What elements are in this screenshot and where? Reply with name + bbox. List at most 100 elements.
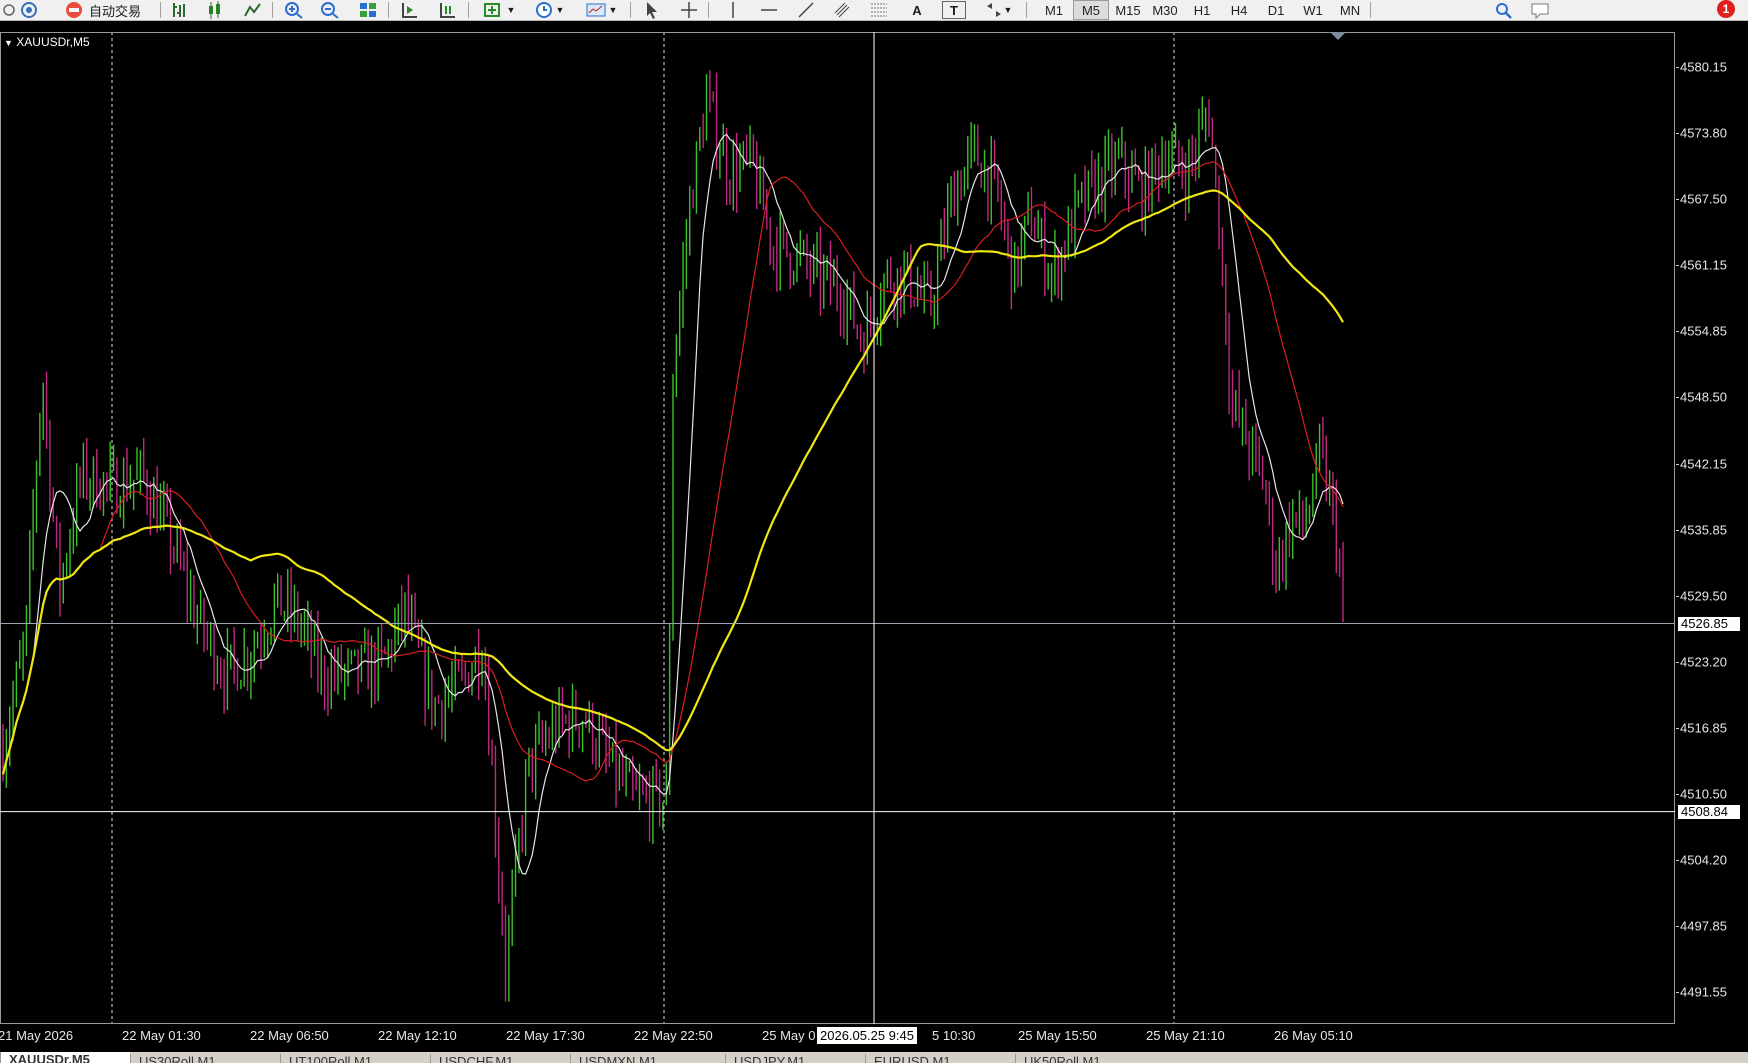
price-tick [1676,727,1679,729]
price-tick [1676,199,1679,201]
search-icon[interactable] [1492,0,1516,20]
price-tick-label: 4542.15 [1680,456,1727,472]
time-tick-label: 22 May 17:30 [506,1028,585,1043]
equidistant-channel-icon[interactable] [832,0,854,20]
price-tick-label: 4523.20 [1680,654,1727,670]
add-indicator-icon [483,3,500,17]
chart-shift-marker-icon [1330,32,1346,40]
price-tick [1676,133,1679,135]
time-tick-label: 22 May 22:50 [634,1028,713,1043]
notification-badge[interactable]: 1 [1717,0,1735,18]
price-tick [1676,992,1679,994]
price-tick [1676,265,1679,267]
price-tick-label: 4510.50 [1680,786,1727,802]
time-tick-label: 21 May 2026 [0,1028,74,1043]
template-icon [586,3,606,17]
timeframe-h1-button[interactable]: H1 [1184,0,1220,20]
periods-dropdown[interactable]: ▼ [528,0,570,20]
price-tick [1676,595,1679,597]
chart-tabs-bar: XAUUSDr,M5 US30Roll,M1 UT100Roll,M1 USDCHF,… [0,1052,1748,1063]
chevron-down-icon: ▼ [506,5,516,15]
autotrading-button[interactable]: 自动交易 [52,0,152,20]
cursor-icon[interactable] [640,0,662,20]
autotrading-icon [65,2,82,18]
indicators-dropdown[interactable]: ▼ [478,0,520,20]
price-tick [1676,463,1679,465]
arrows-icon [986,3,1001,17]
time-tick-label: 26 May 05:10 [1274,1028,1353,1043]
main-toolbar: 自动交易 ▼ ▼ ▼ A T ▼ M1 M5 M15 M30 H1 H4 D1 W1 MN 1 [0,0,1748,21]
autotrading-label: 自动交易 [88,3,141,19]
chart-tab[interactable]: XAUUSDr,M5 [0,1052,130,1063]
chart-tab[interactable]: UT100Roll,M1 [280,1054,430,1063]
signal-icon[interactable] [18,0,40,20]
price-tick [1676,661,1679,663]
crosshair-price-label: 4508.84 [1678,804,1740,819]
chart-tab[interactable]: UK50Roll,M1 [1015,1054,1165,1063]
vertical-line-icon[interactable] [722,0,744,20]
chart-tab[interactable]: EURUSD,M1 [865,1054,1015,1063]
chart-symbol-label: ▼ XAUUSDr,M5 [4,35,90,49]
price-tick [1676,860,1679,862]
arrows-dropdown[interactable]: ▼ [978,0,1018,20]
price-tick-label: 4504.20 [1680,852,1727,868]
chart-tab[interactable]: US30Roll,M1 [130,1054,280,1063]
price-scale[interactable]: 4580.15 4573.80 4567.50 4561.15 4554.85 4548.… [1676,32,1748,1024]
chart-tab[interactable]: USDCHF,M1 [430,1054,570,1063]
price-tick-label: 4548.50 [1680,389,1727,405]
time-tick-label: 22 May 06:50 [250,1028,329,1043]
chat-icon[interactable] [1528,0,1554,20]
bar-chart-icon[interactable] [168,0,190,20]
fibonacci-icon[interactable] [868,0,890,20]
time-axis[interactable]: 21 May 2026 22 May 01:30 22 May 06:50 22 Ma… [0,1024,1675,1046]
price-tick-label: 4580.15 [1680,59,1727,75]
timeframe-m5-button[interactable]: M5 [1073,0,1109,20]
symbol-timeframe-text: XAUUSDr,M5 [16,35,90,49]
time-tick-label: 5 10:30 [932,1028,976,1043]
chart-tab[interactable]: USDJPY,M1 [725,1054,865,1063]
timeframe-mn-button[interactable]: MN [1332,0,1368,20]
price-tick [1676,397,1679,399]
price-tick-label: 4535.85 [1680,522,1727,538]
auto-scroll-icon[interactable] [398,0,422,20]
chart-tab[interactable]: USDMXN,M1 [570,1054,725,1063]
toolbar-overflow-icon[interactable] [2,0,16,20]
text-icon[interactable]: A [906,0,928,20]
trendline-icon[interactable] [795,0,817,20]
time-tick-label: 22 May 12:10 [378,1028,457,1043]
candlestick-chart-icon[interactable] [204,0,226,20]
horizontal-line-icon[interactable] [758,0,780,20]
price-tick [1676,529,1679,531]
tile-windows-icon[interactable] [356,0,380,20]
timeframe-h4-button[interactable]: H4 [1221,0,1257,20]
chart-border [0,32,1675,1024]
line-chart-icon[interactable] [242,0,264,20]
chevron-down-icon: ▼ [555,5,565,15]
timeframe-d1-button[interactable]: D1 [1258,0,1294,20]
current-price-label: 4526.85 [1678,616,1740,631]
chevron-down-icon: ▼ [1003,5,1013,15]
timeframe-m1-button[interactable]: M1 [1036,0,1072,20]
timeframe-m30-button[interactable]: M30 [1147,0,1183,20]
time-tick-label: 25 May 15:50 [1018,1028,1097,1043]
chevron-down-icon: ▼ [608,5,618,15]
price-tick-label: 4573.80 [1680,125,1727,141]
time-tick-label: 25 May 21:10 [1146,1028,1225,1043]
timeframe-w1-button[interactable]: W1 [1295,0,1331,20]
price-chart[interactable] [0,32,1675,1024]
price-tick-label: 4567.50 [1680,191,1727,207]
clock-icon [535,2,552,18]
zoom-in-icon[interactable] [282,0,306,20]
price-tick-label: 4497.85 [1680,918,1727,934]
text-label-icon[interactable]: T [942,1,966,19]
chart-menu-triangle-icon[interactable]: ▼ [4,38,13,48]
chart-canvas [0,32,1675,1024]
crosshair-icon[interactable] [678,0,700,20]
price-tick-label: 4554.85 [1680,323,1727,339]
price-tick [1676,331,1679,333]
zoom-out-icon[interactable] [318,0,342,20]
chart-shift-icon[interactable] [436,0,460,20]
price-tick [1676,794,1679,796]
templates-dropdown[interactable]: ▼ [580,0,622,20]
timeframe-m15-button[interactable]: M15 [1110,0,1146,20]
